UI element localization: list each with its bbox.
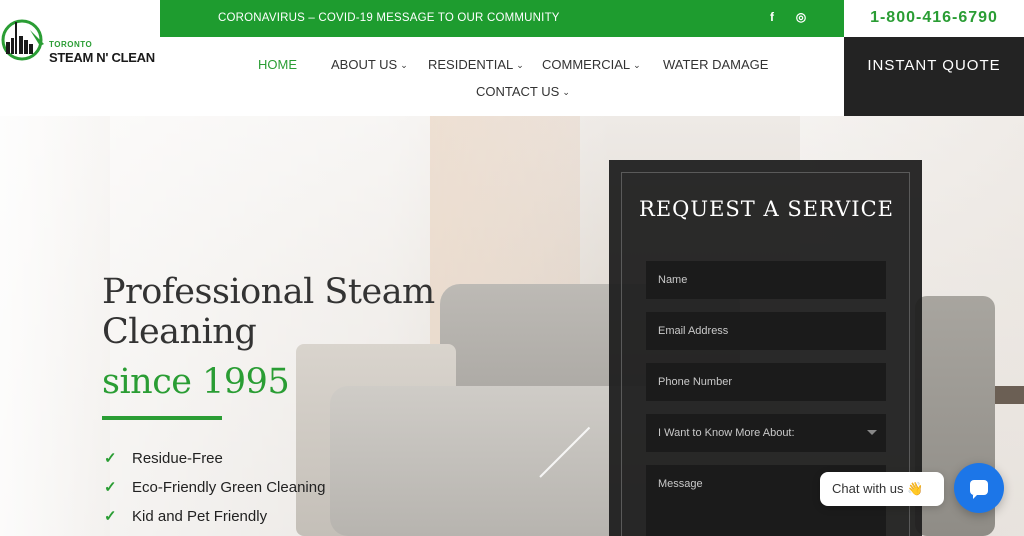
chevron-down-icon: ⌄ xyxy=(562,87,570,97)
phone-number[interactable]: 1-800-416-6790 xyxy=(844,0,1024,37)
hero-title: Professional Steam Cleaning xyxy=(102,272,435,352)
chevron-down-icon: ⌄ xyxy=(516,60,524,70)
wave-icon: 👋 xyxy=(907,481,924,496)
feature-item: ✓ Residue-Free xyxy=(104,449,223,467)
logo[interactable]: TORONTO STEAM N' CLEAN xyxy=(0,14,160,66)
email-field[interactable]: Email Address xyxy=(646,312,886,350)
nav-residential[interactable]: RESIDENTIAL ⌄ xyxy=(428,57,524,72)
interest-select[interactable]: I Want to Know More About: xyxy=(646,414,886,452)
form-title: REQUEST A SERVICE xyxy=(639,197,894,221)
nav-residential-label: RESIDENTIAL xyxy=(428,57,514,72)
logo-name: STEAM N' CLEAN xyxy=(49,50,155,65)
nav-contact-label: CONTACT US xyxy=(476,84,560,99)
feature-label: Residue-Free xyxy=(132,450,223,467)
name-field[interactable]: Name xyxy=(646,261,886,299)
chat-bubble-icon xyxy=(970,480,988,499)
check-icon: ✓ xyxy=(104,479,117,496)
chat-label: Chat with us xyxy=(832,481,904,496)
feature-item: ✓ Eco-Friendly Green Cleaning xyxy=(104,478,325,496)
chat-launcher-button[interactable] xyxy=(954,463,1004,513)
nav-contact-us[interactable]: CONTACT US ⌄ xyxy=(476,84,570,99)
announcement-bar: CORONAVIRUS – COVID-19 MESSAGE TO OUR CO… xyxy=(160,0,844,37)
logo-city: TORONTO xyxy=(49,40,93,49)
hero-subtitle: since 1995 xyxy=(102,362,290,402)
instant-quote-button[interactable]: INSTANT QUOTE xyxy=(844,37,1024,116)
chat-prompt[interactable]: Chat with us 👋 xyxy=(820,472,944,506)
interest-placeholder: I Want to Know More About: xyxy=(658,427,795,439)
chevron-down-icon: ⌄ xyxy=(400,60,408,70)
chevron-down-icon: ⌄ xyxy=(633,60,641,70)
nav-about-us[interactable]: ABOUT US ⌄ xyxy=(331,57,408,72)
caret-down-icon xyxy=(867,430,877,435)
email-placeholder: Email Address xyxy=(658,325,729,337)
nav-about-label: ABOUT US xyxy=(331,57,398,72)
nav-commercial[interactable]: COMMERCIAL ⌄ xyxy=(542,57,641,72)
instagram-icon[interactable]: ◎ xyxy=(793,9,809,25)
check-icon: ✓ xyxy=(104,508,117,525)
nav-home[interactable]: HOME xyxy=(258,57,297,72)
feature-label: Kid and Pet Friendly xyxy=(132,508,268,525)
check-icon: ✓ xyxy=(104,450,117,467)
feature-label: Eco-Friendly Green Cleaning xyxy=(132,479,326,496)
facebook-icon[interactable]: f xyxy=(764,9,780,25)
curtain-image xyxy=(0,116,110,536)
covid-message-link[interactable]: CORONAVIRUS – COVID-19 MESSAGE TO OUR CO… xyxy=(218,12,560,24)
feature-item: ✓ Kid and Pet Friendly xyxy=(104,507,267,525)
name-placeholder: Name xyxy=(658,274,688,286)
nav-water-damage[interactable]: WATER DAMAGE xyxy=(663,57,768,72)
phone-field[interactable]: Phone Number xyxy=(646,363,886,401)
nav-commercial-label: COMMERCIAL xyxy=(542,57,631,72)
phone-placeholder: Phone Number xyxy=(658,376,732,388)
message-placeholder: Message xyxy=(658,478,703,490)
logo-icon xyxy=(1,19,44,61)
hero-divider xyxy=(102,416,222,420)
site-header: TORONTO STEAM N' CLEAN CORONAVIRUS – COV… xyxy=(0,0,1024,116)
